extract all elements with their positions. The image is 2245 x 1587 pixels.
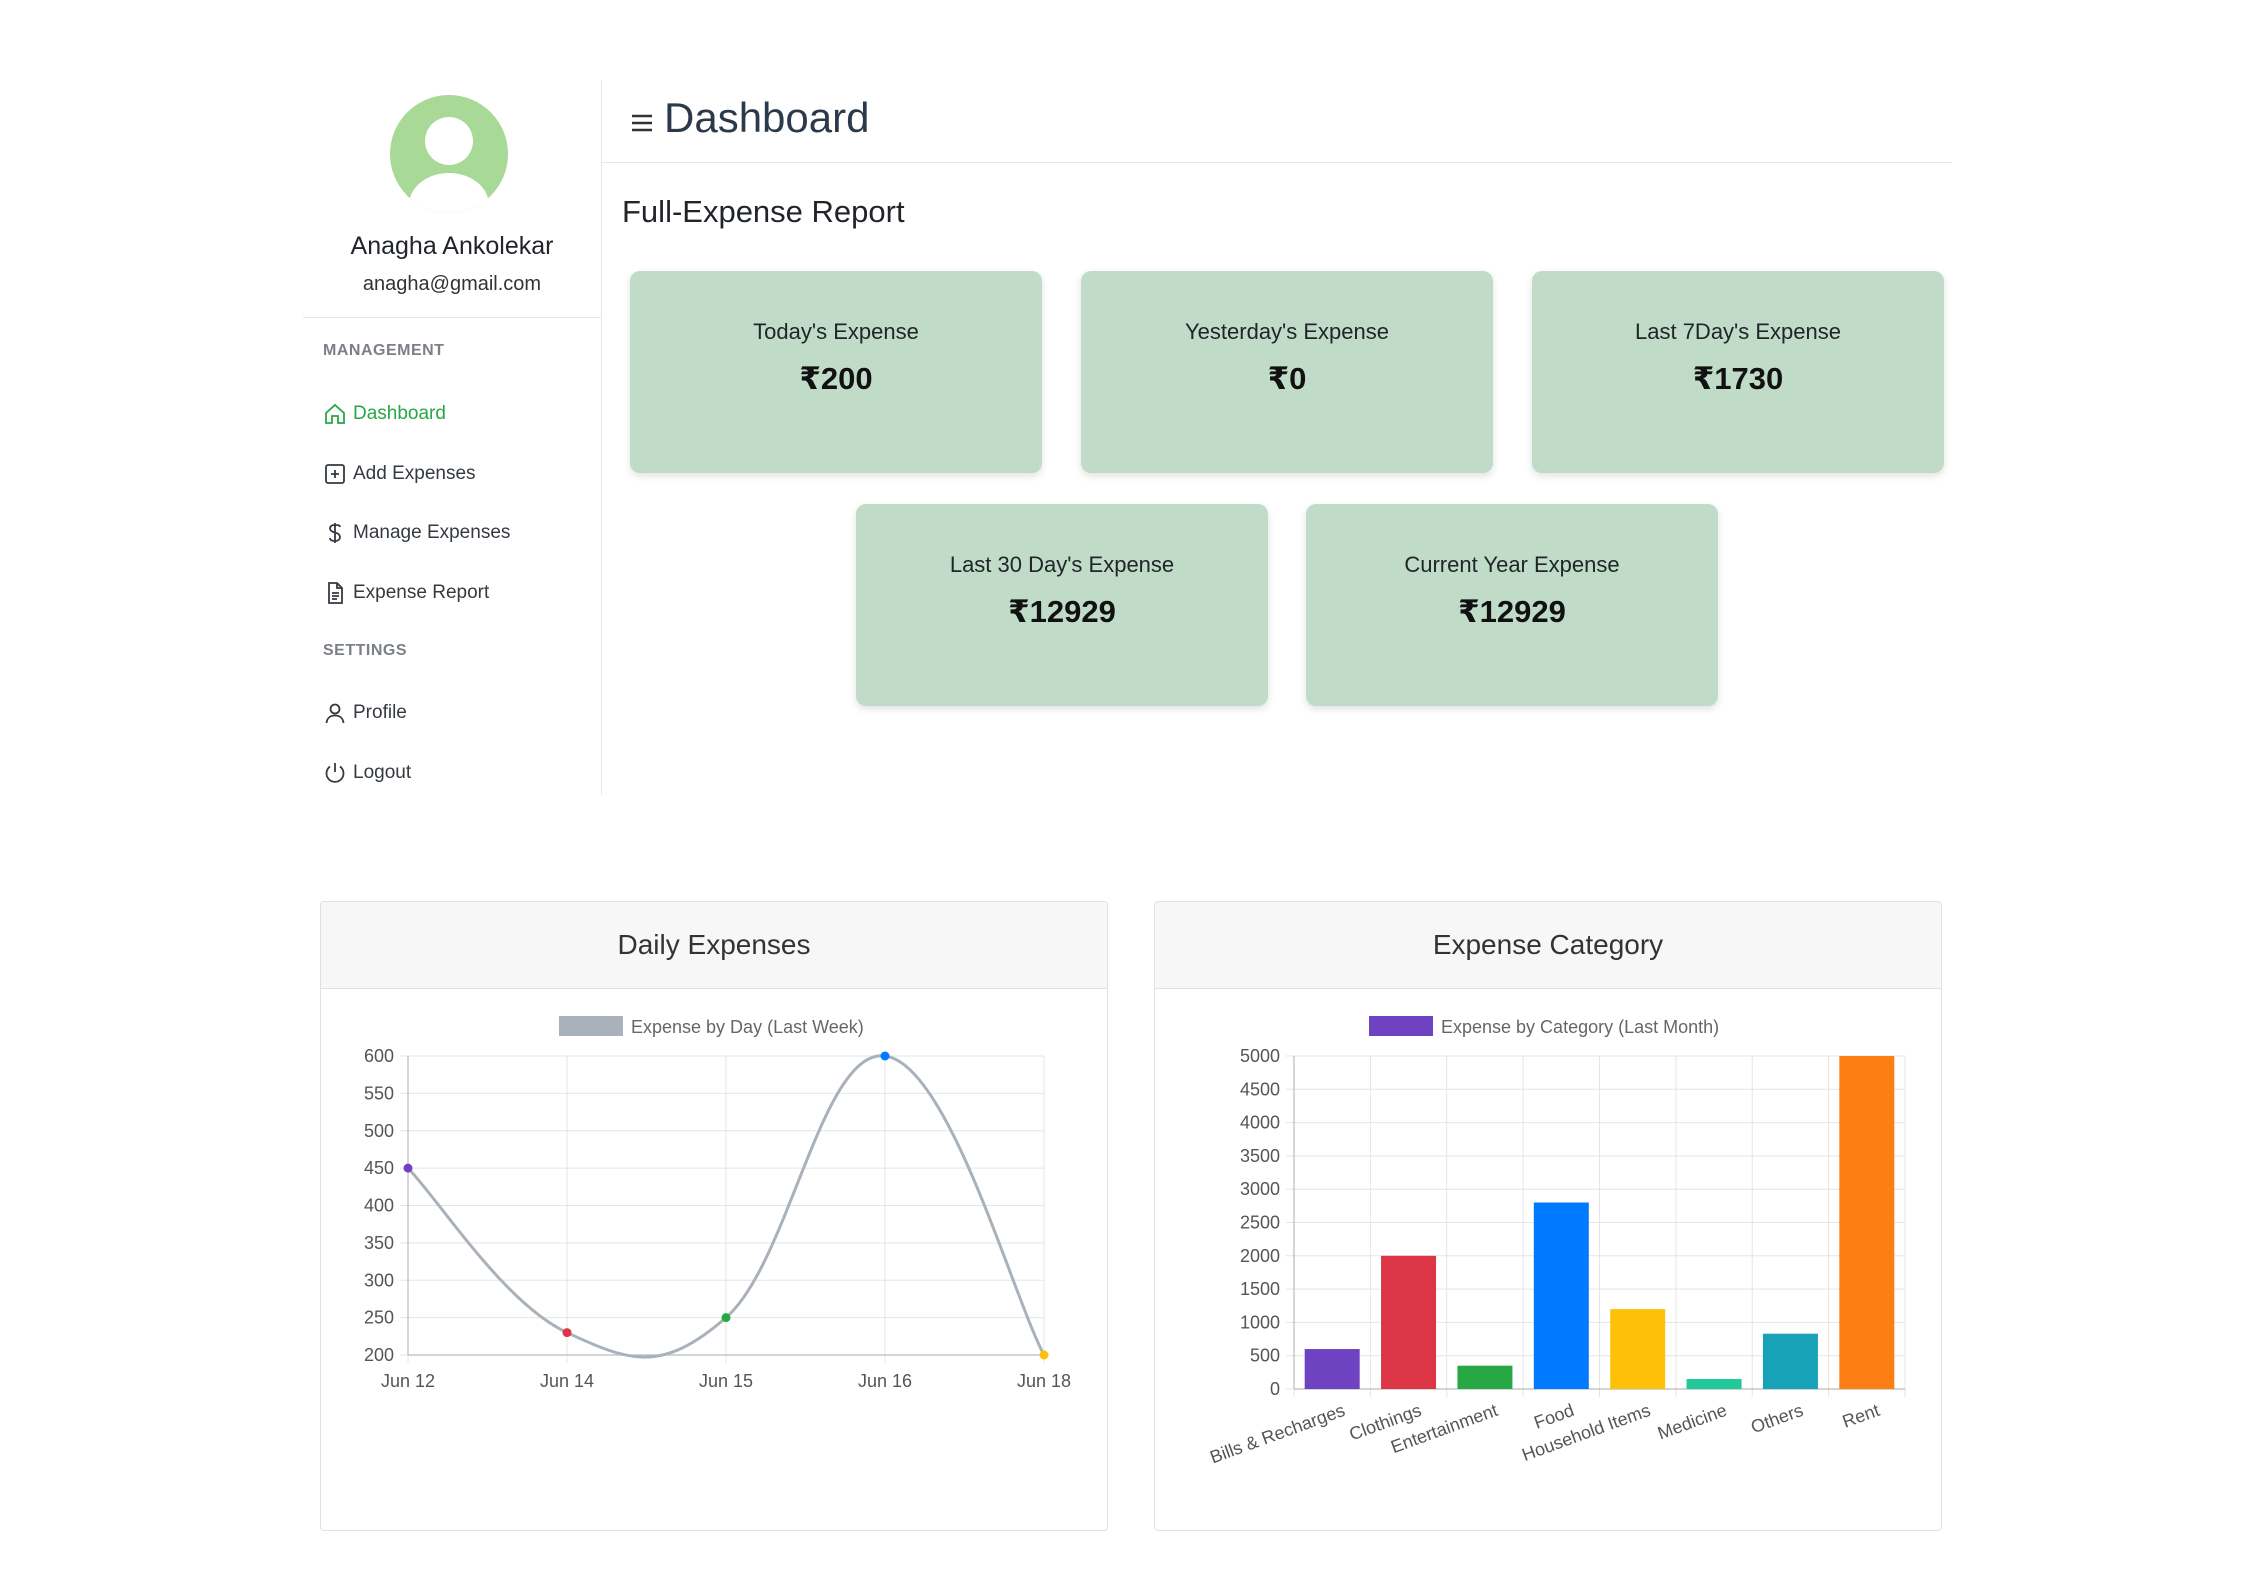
- sidebar: Anagha Ankolekar anagha@gmail.com MANAGE…: [303, 80, 602, 795]
- user-name: Anagha Ankolekar: [350, 232, 554, 260]
- sidebar-item-profile[interactable]: Profile: [323, 696, 407, 730]
- y-tick-label: 450: [364, 1158, 394, 1178]
- bar: [1762, 1333, 1818, 1389]
- stat-card-last-30-days: Last 30 Day's Expense ₹12929: [856, 504, 1268, 706]
- bar: [1839, 1056, 1895, 1389]
- expense-category-chart: Expense by Category (Last Month) 0 500 1000…: [1207, 1016, 1906, 1467]
- sidebar-item-label: Expense Report: [353, 582, 490, 603]
- stat-card-yesterday: Yesterday's Expense ₹0: [1081, 271, 1493, 473]
- y-tick-label: 500: [364, 1121, 394, 1141]
- stat-label: Last 30 Day's Expense: [949, 552, 1175, 577]
- sidebar-section-management: MANAGEMENT: [323, 342, 445, 359]
- x-tick-label: Bills & Recharges: [1207, 1400, 1347, 1467]
- y-tick-label: 1500: [1240, 1279, 1280, 1299]
- y-tick-label: 350: [364, 1233, 394, 1253]
- legend-label: Expense by Day (Last Week): [631, 1017, 864, 1037]
- x-tick-label: Jun 18: [1017, 1371, 1071, 1391]
- legend-label: Expense by Category (Last Month): [1441, 1017, 1719, 1037]
- user-email: anagha@gmail.com: [362, 273, 542, 295]
- sidebar-item-label: Add Expenses: [353, 463, 476, 484]
- stat-value: ₹1730: [1692, 361, 1784, 396]
- data-point: [562, 1328, 572, 1338]
- y-tick-label: 2000: [1240, 1246, 1280, 1266]
- stat-label: Today's Expense: [753, 319, 919, 344]
- report-title: Full-Expense Report: [622, 194, 905, 229]
- sidebar-item-expense-report[interactable]: Expense Report: [323, 576, 489, 610]
- y-tick-label: 600: [364, 1046, 394, 1066]
- x-tick-label: Jun 14: [540, 1371, 594, 1391]
- bar: [1686, 1379, 1742, 1389]
- data-point: [403, 1163, 413, 1173]
- x-tick-label: Medicine: [1655, 1400, 1730, 1443]
- power-icon: [325, 763, 345, 783]
- user-icon: [325, 703, 345, 724]
- x-tick-label: Jun 15: [699, 1371, 753, 1391]
- y-tick-label: 300: [364, 1270, 394, 1290]
- stat-label: Last 7Day's Expense: [1635, 319, 1841, 344]
- plus-square-icon: [325, 464, 345, 484]
- panel-title: Expense Category: [1155, 902, 1941, 989]
- divider: [303, 317, 601, 318]
- dollar-icon: [329, 523, 341, 543]
- y-tick-label: 200: [364, 1345, 394, 1365]
- top-bar: Dashboard: [602, 80, 1952, 163]
- data-point: [721, 1313, 731, 1323]
- stat-value: ₹0: [1267, 361, 1307, 396]
- sidebar-item-label: Profile: [353, 702, 407, 723]
- legend-swatch: [1369, 1016, 1433, 1036]
- stat-value: ₹200: [799, 361, 873, 396]
- x-tick-label: Jun 12: [381, 1371, 435, 1391]
- sidebar-item-label: Logout: [353, 762, 412, 783]
- sidebar-item-dashboard[interactable]: Dashboard: [323, 397, 446, 431]
- stat-value: ₹12929: [1458, 594, 1566, 629]
- y-tick-label: 4000: [1240, 1113, 1280, 1133]
- y-tick-label: 1000: [1240, 1312, 1280, 1332]
- sidebar-section-settings: SETTINGS: [323, 642, 408, 659]
- page-title: Dashboard: [664, 94, 870, 141]
- stat-value: ₹12929: [1008, 594, 1116, 629]
- x-tick-label: Rent: [1840, 1400, 1883, 1432]
- stat-card-current-year: Current Year Expense ₹12929: [1306, 504, 1718, 706]
- y-tick-label: 3000: [1240, 1179, 1280, 1199]
- y-tick-label: 400: [364, 1196, 394, 1216]
- bar: [1304, 1349, 1360, 1389]
- sidebar-item-label: Manage Expenses: [353, 522, 511, 543]
- sidebar-item-label: Dashboard: [353, 403, 446, 424]
- stat-label: Yesterday's Expense: [1185, 319, 1389, 344]
- bar: [1610, 1309, 1666, 1389]
- bar: [1533, 1202, 1589, 1389]
- y-tick-label: 4500: [1240, 1079, 1280, 1099]
- stat-label: Current Year Expense: [1404, 552, 1620, 577]
- panel-title: Daily Expenses: [321, 902, 1107, 989]
- y-tick-label: 2500: [1240, 1213, 1280, 1233]
- home-icon: [325, 403, 345, 424]
- daily-expenses-panel: Daily Expenses Expense by Day (Last Week…: [320, 901, 1108, 1531]
- expense-category-panel: Expense Category Expense by Category (La…: [1154, 901, 1942, 1531]
- daily-expenses-chart: Expense by Day (Last Week) 200 250 300 350 40…: [364, 1016, 1071, 1391]
- data-point: [880, 1051, 890, 1061]
- avatar-icon: [390, 95, 508, 213]
- data-point: [1039, 1350, 1049, 1360]
- document-icon: [328, 582, 343, 604]
- x-tick-label: Others: [1748, 1400, 1806, 1437]
- stat-card-today: Today's Expense ₹200: [630, 271, 1042, 473]
- x-tick-label: Household Items: [1519, 1400, 1653, 1465]
- hamburger-icon[interactable]: [630, 112, 654, 134]
- x-tick-label: Jun 16: [858, 1371, 912, 1391]
- y-tick-label: 0: [1270, 1379, 1280, 1399]
- stat-card-last-7-days: Last 7Day's Expense ₹1730: [1532, 271, 1944, 473]
- y-tick-label: 3500: [1240, 1146, 1280, 1166]
- bar: [1381, 1255, 1437, 1389]
- sidebar-item-manage-expenses[interactable]: Manage Expenses: [323, 516, 510, 550]
- sidebar-item-add-expenses[interactable]: Add Expenses: [323, 457, 476, 491]
- bar: [1457, 1365, 1513, 1389]
- sidebar-item-logout[interactable]: Logout: [323, 756, 411, 790]
- legend-swatch: [559, 1016, 623, 1036]
- y-tick-label: 550: [364, 1083, 394, 1103]
- y-tick-label: 500: [1250, 1346, 1280, 1366]
- y-tick-label: 5000: [1240, 1046, 1280, 1066]
- y-tick-label: 250: [364, 1308, 394, 1328]
